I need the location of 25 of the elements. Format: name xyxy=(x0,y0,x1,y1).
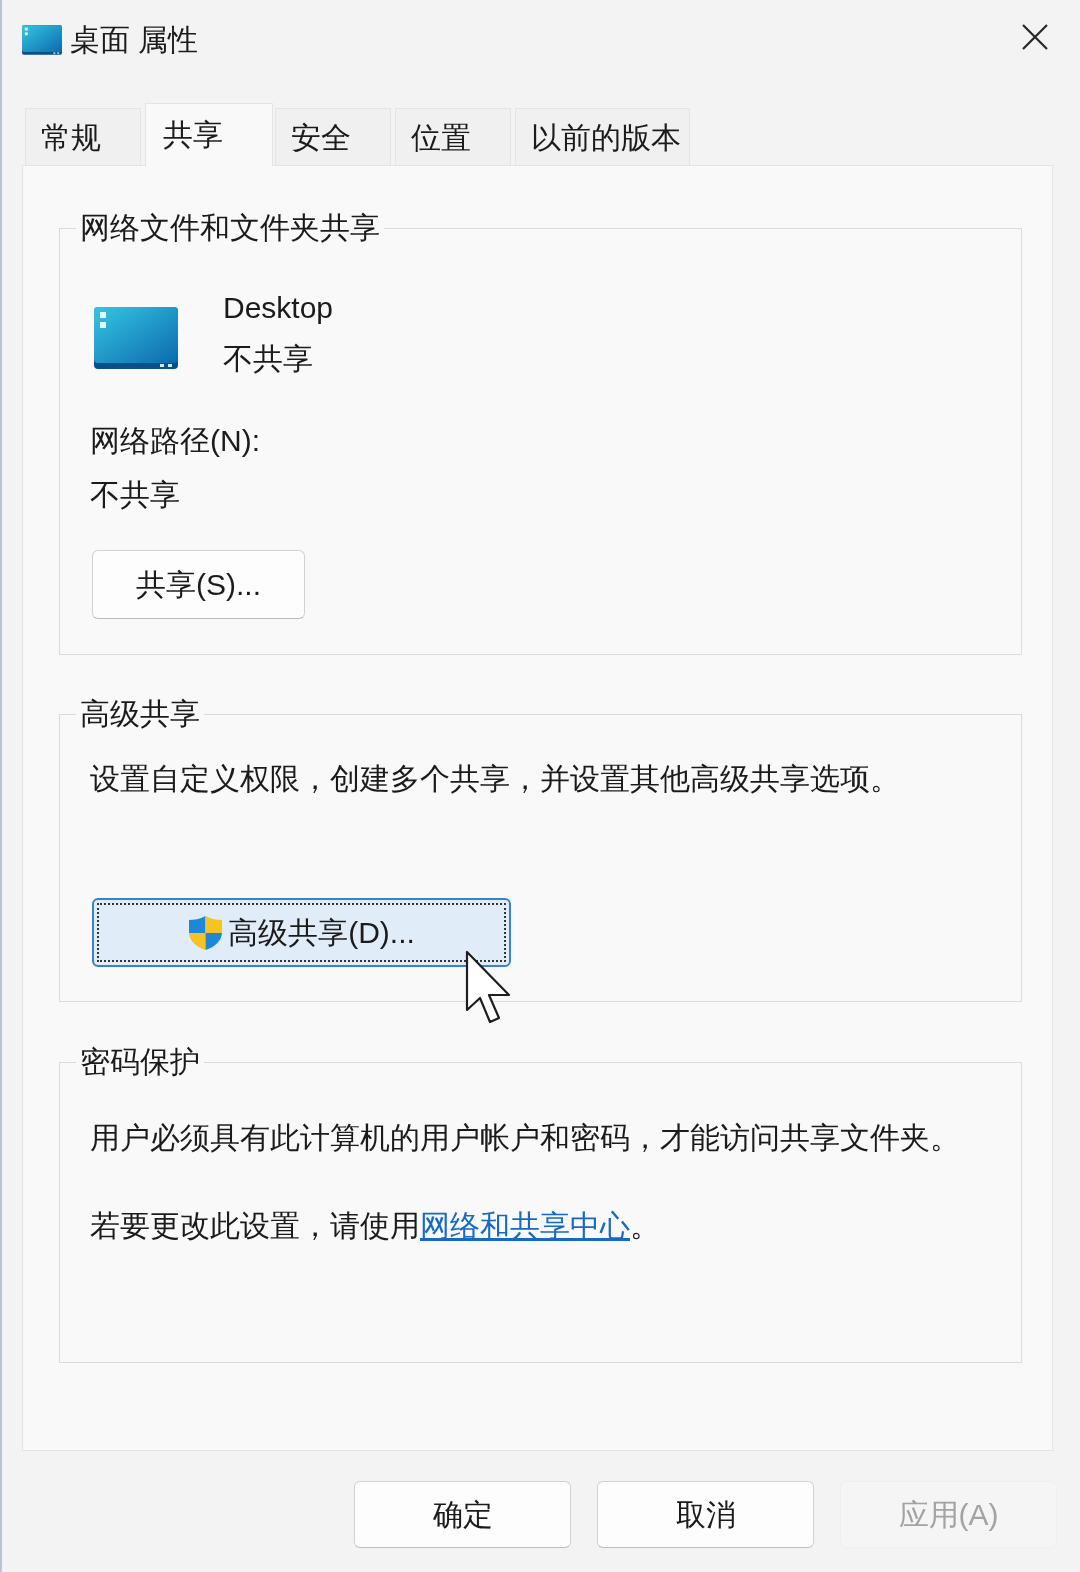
group-title: 密码保护 xyxy=(76,1044,204,1080)
folder-icon xyxy=(22,25,62,55)
tab[interactable]: 安全 xyxy=(275,108,391,165)
settings-note: 若要更改此设置，请使用网络和共享中心。 xyxy=(90,1208,660,1244)
group-title: 网络文件和文件夹共享 xyxy=(76,210,384,246)
tab[interactable]: 共享 xyxy=(145,103,273,166)
tab[interactable]: 以前的版本 xyxy=(515,108,690,165)
folder-name: Desktop xyxy=(223,290,334,326)
close-icon[interactable] xyxy=(1022,24,1048,50)
sharing-status: 不共享 xyxy=(223,341,314,377)
folder-icon xyxy=(94,307,178,369)
advanced-sharing-button[interactable]: 高级共享(D)... xyxy=(92,898,511,967)
description-text: 用户必须具有此计算机的用户帐户和密码，才能访问共享文件夹。 xyxy=(90,1120,960,1156)
window-title: 桌面 属性 xyxy=(70,22,199,58)
cancel-button[interactable]: 取消 xyxy=(597,1481,814,1548)
tab[interactable]: 常规 xyxy=(25,108,141,165)
ok-button[interactable]: 确定 xyxy=(354,1481,571,1548)
network-sharing-center-link[interactable]: 网络和共享中心 xyxy=(420,1209,630,1242)
shield-icon xyxy=(188,914,224,951)
tab[interactable]: 位置 xyxy=(395,108,511,165)
group-title: 高级共享 xyxy=(76,696,204,732)
network-path-value: 不共享 xyxy=(90,477,180,513)
description-text: 设置自定义权限，创建多个共享，并设置其他高级共享选项。 xyxy=(90,761,900,797)
share-button[interactable]: 共享(S)... xyxy=(92,550,305,619)
network-path-label: 网络路径(N): xyxy=(90,423,260,459)
